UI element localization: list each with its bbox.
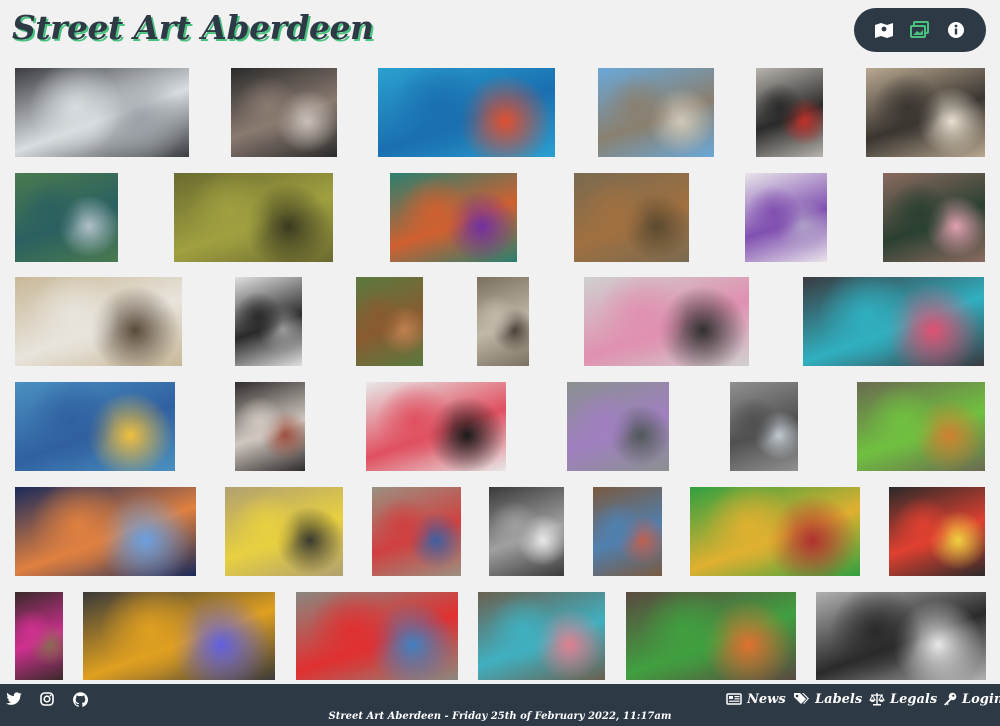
photo-thumbnail[interactable] (756, 68, 823, 157)
photo-thumbnail[interactable] (15, 487, 196, 576)
tags-icon (794, 693, 809, 704)
photo-thumbnail[interactable] (83, 592, 275, 680)
photo-thumbnail[interactable] (889, 487, 985, 576)
photo-thumbnail[interactable] (296, 592, 458, 680)
photo-thumbnail[interactable] (15, 592, 63, 680)
footer-dateline: Street Art Aberdeen - Friday 25th of Feb… (328, 711, 672, 722)
photo-thumbnail[interactable] (626, 592, 796, 680)
legals-label: Legals (890, 691, 938, 707)
login-link[interactable]: Login (943, 689, 1000, 709)
twitter-icon (6, 692, 22, 705)
photo-thumbnail[interactable] (803, 277, 984, 366)
login-label: Login (962, 691, 1000, 707)
twitter-link[interactable] (5, 690, 23, 708)
photo-gallery (0, 0, 1000, 684)
photo-thumbnail[interactable] (15, 277, 182, 366)
photo-thumbnail[interactable] (883, 173, 985, 262)
photo-thumbnail[interactable] (489, 487, 564, 576)
labels-link[interactable]: Labels (793, 689, 862, 709)
footer: News Labels Legals Login Street Art Aber… (0, 684, 1000, 726)
labels-label: Labels (815, 691, 863, 707)
photo-thumbnail[interactable] (857, 382, 985, 471)
photo-thumbnail[interactable] (174, 173, 333, 262)
photo-thumbnail[interactable] (598, 68, 714, 157)
photo-thumbnail[interactable] (225, 487, 343, 576)
photo-thumbnail[interactable] (366, 382, 506, 471)
news-link[interactable]: News (726, 689, 786, 709)
newspaper-icon (726, 693, 742, 705)
github-icon (72, 691, 88, 707)
photo-thumbnail[interactable] (567, 382, 669, 471)
photo-thumbnail[interactable] (15, 68, 189, 157)
photo-thumbnail[interactable] (477, 277, 529, 366)
photo-thumbnail[interactable] (235, 382, 305, 471)
news-label: News (747, 691, 786, 707)
photo-thumbnail[interactable] (584, 277, 749, 366)
photo-thumbnail[interactable] (231, 68, 337, 157)
photo-thumbnail[interactable] (866, 68, 985, 157)
photo-thumbnail[interactable] (378, 68, 555, 157)
photo-thumbnail[interactable] (745, 173, 827, 262)
instagram-icon (40, 692, 54, 706)
photo-thumbnail[interactable] (15, 173, 118, 262)
photo-thumbnail[interactable] (593, 487, 662, 576)
photo-thumbnail[interactable] (730, 382, 798, 471)
photo-thumbnail[interactable] (478, 592, 605, 680)
photo-thumbnail[interactable] (390, 173, 517, 262)
key-icon (944, 692, 957, 706)
scale-icon (869, 693, 885, 706)
photo-thumbnail[interactable] (15, 382, 175, 471)
github-link[interactable] (71, 690, 89, 708)
photo-thumbnail[interactable] (816, 592, 986, 680)
instagram-link[interactable] (38, 690, 56, 708)
photo-thumbnail[interactable] (235, 277, 302, 366)
legals-link[interactable]: Legals (869, 689, 937, 709)
photo-thumbnail[interactable] (690, 487, 860, 576)
photo-thumbnail[interactable] (356, 277, 423, 366)
photo-thumbnail[interactable] (574, 173, 689, 262)
photo-thumbnail[interactable] (372, 487, 461, 576)
